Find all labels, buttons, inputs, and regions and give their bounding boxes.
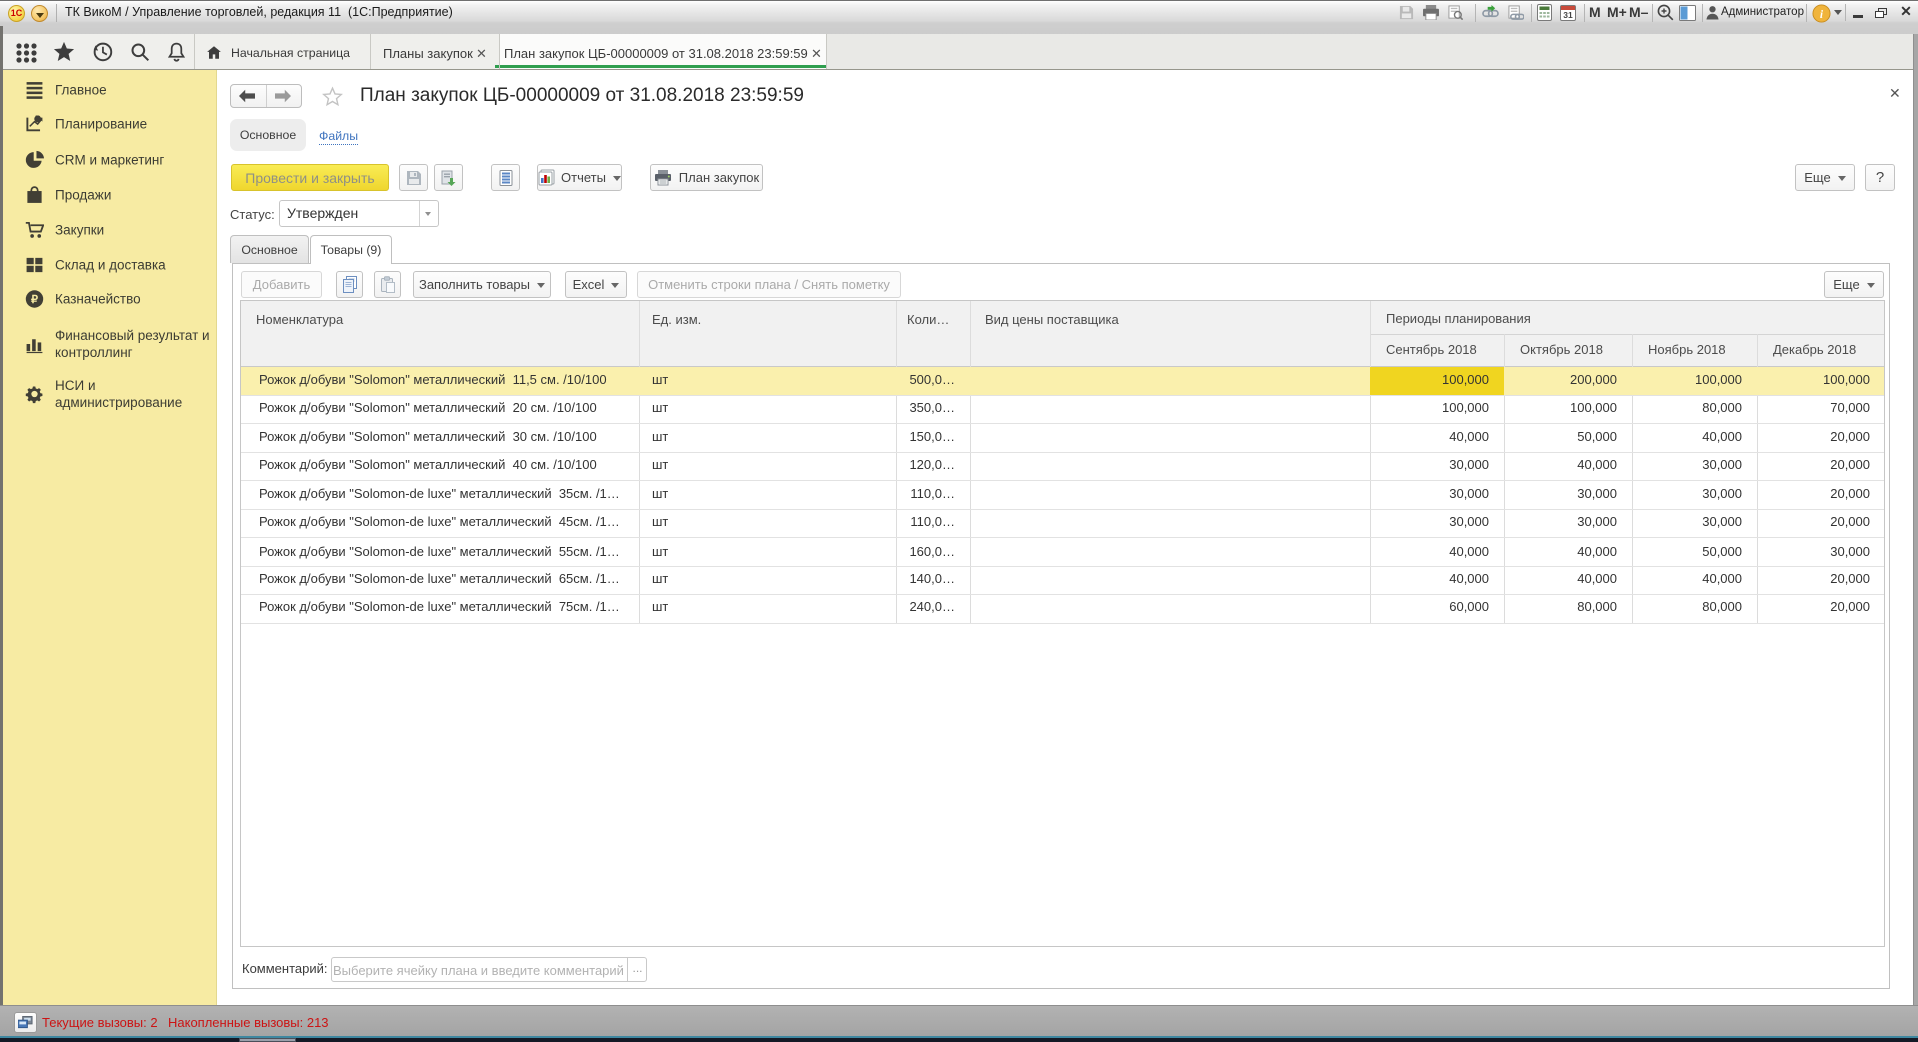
svg-text:₽: ₽ [31,294,38,306]
svg-text:31: 31 [1563,10,1573,20]
svg-text:₽: ₽ [36,116,40,123]
